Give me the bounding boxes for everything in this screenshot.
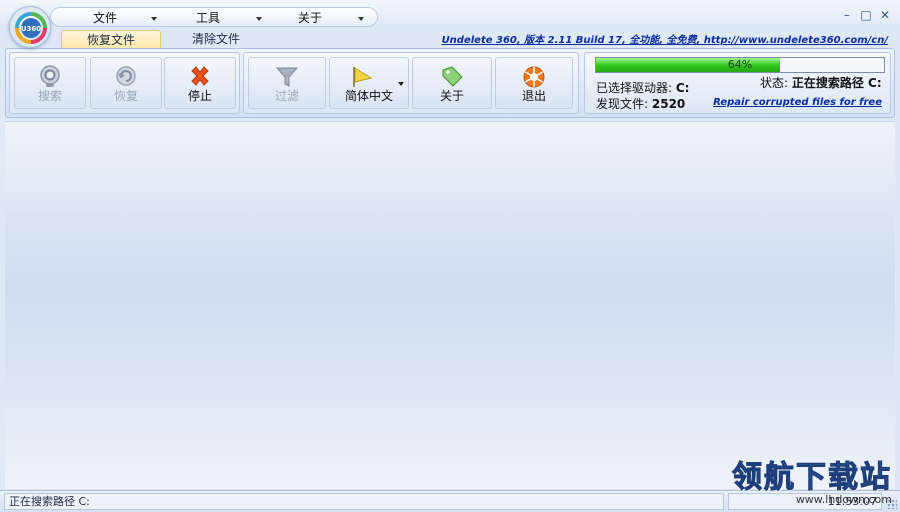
recover-button-label: 恢复 bbox=[113, 89, 138, 103]
tag-icon bbox=[442, 66, 463, 87]
recover-button[interactable]: 恢复 bbox=[90, 57, 162, 109]
filter-icon bbox=[275, 67, 299, 87]
repair-files-link[interactable]: Repair corrupted files for free bbox=[713, 97, 882, 108]
app-logo[interactable]: U360 bbox=[9, 6, 51, 48]
exit-button-label: 退出 bbox=[521, 89, 546, 103]
language-flag-icon bbox=[353, 67, 373, 87]
status-panel: 64% 已选择驱动器: C: 状态: 正在搜索路径 C: 发现文件: 2520 … bbox=[584, 52, 891, 114]
watermark-title: 领航下载站 bbox=[732, 460, 892, 496]
progress-text: 64% bbox=[727, 58, 753, 71]
menu-tools[interactable]: 工具 bbox=[196, 10, 262, 26]
language-button-label: 简体中文 bbox=[344, 89, 393, 103]
status-bar-text: 正在搜索路径 C: bbox=[4, 493, 724, 510]
tab-recover-files-label: 恢复文件 bbox=[86, 33, 135, 47]
search-progress-bar: 64% bbox=[595, 57, 885, 73]
language-button[interactable]: 简体中文 bbox=[329, 57, 409, 109]
options-group: 过滤 简体中文 关于 退出 bbox=[243, 52, 579, 114]
selected-drive: 已选择驱动器: C: bbox=[596, 79, 689, 96]
about-link[interactable]: Undelete 360, 版本 2.11 Build 17, 全功能, 全免费… bbox=[442, 31, 888, 46]
tab-recover-files[interactable]: 恢复文件 bbox=[61, 30, 161, 49]
found-files-value: 2520 bbox=[651, 97, 686, 111]
about-button[interactable]: 关于 bbox=[412, 57, 492, 109]
filter-button-label: 过滤 bbox=[274, 89, 299, 103]
chevron-down-icon bbox=[358, 17, 364, 21]
menu-bar: 文件 工具 关于 bbox=[50, 7, 378, 27]
stop-button-label: 停止 bbox=[187, 89, 212, 103]
selected-drive-label: 已选择驱动器: bbox=[596, 81, 673, 95]
watermark: 领航下载站 www.lhdown.com bbox=[732, 452, 893, 507]
found-files-label: 发现文件: bbox=[596, 97, 649, 111]
tab-wipe-files[interactable]: 清除文件 bbox=[180, 30, 252, 49]
menu-about-label: 关于 bbox=[298, 11, 323, 25]
menu-tools-label: 工具 bbox=[196, 11, 221, 25]
tab-wipe-files-label: 清除文件 bbox=[191, 32, 240, 46]
undelete360-logo-icon: U360 bbox=[15, 12, 47, 44]
menu-file[interactable]: 文件 bbox=[93, 10, 157, 26]
recover-icon bbox=[116, 66, 136, 86]
menu-file-label: 文件 bbox=[93, 11, 118, 25]
selected-drive-value: C: bbox=[675, 81, 690, 95]
search-icon bbox=[40, 65, 60, 87]
chevron-down-icon bbox=[151, 17, 157, 21]
search-button-label: 搜索 bbox=[37, 89, 62, 103]
svg-text:U360: U360 bbox=[21, 25, 41, 33]
exit-icon bbox=[523, 66, 545, 88]
chevron-down-icon bbox=[398, 82, 404, 86]
stop-icon bbox=[191, 66, 209, 86]
status-value: 正在搜索路径 C: bbox=[791, 76, 882, 90]
close-button[interactable]: ✕ bbox=[878, 8, 892, 22]
chevron-down-icon bbox=[256, 17, 262, 21]
status-label: 状态: bbox=[760, 76, 789, 90]
status-info: 状态: 正在搜索路径 C: bbox=[760, 74, 882, 91]
action-group: 搜索 恢复 停止 bbox=[9, 52, 240, 114]
minimize-button[interactable]: – bbox=[840, 8, 854, 22]
results-area[interactable] bbox=[5, 121, 895, 489]
found-files: 发现文件: 2520 bbox=[596, 95, 685, 112]
ribbon-toolbar: 搜索 恢复 停止 过滤 简体中文 关于 退出 64% 已选择驱动器: C: 状态… bbox=[5, 48, 895, 118]
menu-about[interactable]: 关于 bbox=[298, 10, 364, 26]
search-button[interactable]: 搜索 bbox=[14, 57, 86, 109]
exit-button[interactable]: 退出 bbox=[495, 57, 573, 109]
about-button-label: 关于 bbox=[439, 89, 464, 103]
maximize-button[interactable]: □ bbox=[859, 8, 873, 22]
filter-button[interactable]: 过滤 bbox=[248, 57, 326, 109]
stop-button[interactable]: 停止 bbox=[164, 57, 236, 109]
title-bar: 文件 工具 关于 – □ ✕ bbox=[0, 0, 900, 30]
